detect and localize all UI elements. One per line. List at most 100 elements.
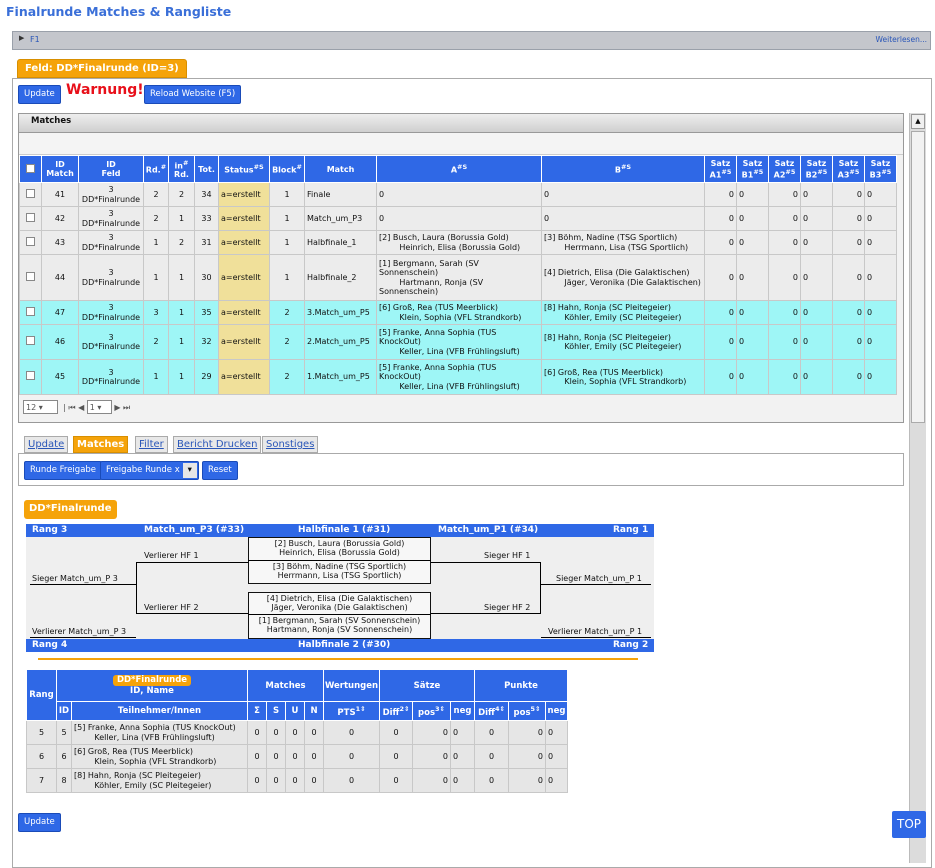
table-row[interactable]: 46 3 DD*Finalrunde 2 1 32 a=erstellt 2 2.Match_… bbox=[19, 324, 897, 360]
select-cell[interactable] bbox=[19, 359, 42, 395]
runde-freigabe-button[interactable]: Runde Freigabe bbox=[24, 461, 103, 480]
select-cell[interactable] bbox=[19, 182, 42, 207]
col-in-rd[interactable]: in# Rd. bbox=[168, 155, 195, 183]
row-checkbox[interactable] bbox=[26, 271, 35, 281]
page-value: 1 bbox=[89, 403, 95, 412]
satz-cell: 0 bbox=[736, 359, 769, 395]
col-sigma[interactable]: Σ bbox=[247, 701, 267, 721]
select-cell[interactable] bbox=[19, 324, 42, 360]
col-satz-a3[interactable]: Satz A3#5 bbox=[832, 155, 865, 183]
next-page-icon[interactable]: ▶ bbox=[114, 403, 120, 412]
tab-update[interactable]: Update bbox=[24, 436, 69, 453]
col-teilnehmer[interactable]: Teilnehmer/Innen bbox=[71, 701, 248, 721]
select-all-checkbox[interactable] bbox=[26, 163, 35, 173]
satz-cell: 0 bbox=[832, 230, 865, 255]
col-pos-saetze[interactable]: pos3⇕ bbox=[412, 701, 451, 721]
satz-cell: 0 bbox=[768, 359, 801, 395]
col-satz-b2[interactable]: Satz B2#5 bbox=[800, 155, 833, 183]
col-neg-punkte[interactable]: neg bbox=[545, 701, 568, 721]
col-n[interactable]: N bbox=[304, 701, 324, 721]
col-id[interactable]: ID bbox=[56, 701, 72, 721]
freigabe-runde-x-select[interactable]: Freigabe Runde x ▾ bbox=[100, 461, 199, 480]
reset-button[interactable]: Reset bbox=[202, 461, 238, 480]
feld-tab[interactable]: Feld: DD*Finalrunde (ID=3) bbox=[17, 59, 187, 78]
tab-matches[interactable]: Matches bbox=[73, 436, 129, 453]
tab-bericht-drucken[interactable]: Bericht Drucken bbox=[173, 436, 262, 453]
value-cell: 0 bbox=[474, 744, 509, 769]
scrollbar-thumb[interactable] bbox=[911, 131, 925, 423]
tab-sonstiges[interactable]: Sonstiges bbox=[262, 436, 319, 453]
col-status[interactable]: Status#S bbox=[218, 155, 270, 183]
block-cell: 1 bbox=[269, 206, 305, 231]
col-a[interactable]: A#S bbox=[376, 155, 542, 183]
select-cell[interactable] bbox=[19, 230, 42, 255]
select-cell[interactable] bbox=[19, 300, 42, 325]
col-match[interactable]: Match bbox=[304, 155, 377, 183]
satz-cell: 0 bbox=[864, 182, 897, 207]
verlierer-hf1-label: Verlierer HF 1 bbox=[144, 551, 199, 560]
row-checkbox[interactable] bbox=[26, 236, 35, 246]
page-scrollbar[interactable]: ▲ bbox=[909, 113, 926, 863]
col-id-feld[interactable]: ID Feld bbox=[78, 155, 144, 183]
col-select-all[interactable] bbox=[19, 155, 42, 183]
table-row[interactable]: 43 3 DD*Finalrunde 1 2 31 a=erstellt 1 Halbfina… bbox=[19, 230, 897, 255]
row-checkbox[interactable] bbox=[26, 306, 35, 316]
footer-update-button[interactable]: Update bbox=[18, 813, 61, 832]
reload-website-button[interactable]: Reload Website (F5) bbox=[144, 85, 242, 104]
tab-filter[interactable]: Filter bbox=[135, 436, 168, 453]
col-satz-b1[interactable]: Satz B1#5 bbox=[736, 155, 769, 183]
match-p3-label: Match_um_P3 (#33) bbox=[144, 525, 245, 535]
col-block[interactable]: Block# bbox=[269, 155, 305, 183]
f1-collapsible-bar[interactable]: ▶ F1 Weiterlesen... bbox=[12, 31, 931, 50]
satz-cell: 0 bbox=[864, 324, 897, 360]
table-row[interactable]: 42 3 DD*Finalrunde 2 1 33 a=erstellt 1 Match_um… bbox=[19, 206, 897, 231]
table-row[interactable]: 45 3 DD*Finalrunde 1 1 29 a=erstellt 2 1.Match_… bbox=[19, 359, 897, 395]
col-u[interactable]: U bbox=[285, 701, 305, 721]
prev-page-icon[interactable]: ◀ bbox=[78, 403, 84, 412]
col-id-match[interactable]: ID Match bbox=[41, 155, 79, 183]
id-cell: 8 bbox=[56, 768, 72, 793]
col-neg-saetze[interactable]: neg bbox=[450, 701, 475, 721]
page-size-select[interactable]: 12 ▾ bbox=[23, 400, 58, 414]
row-checkbox[interactable] bbox=[26, 188, 35, 198]
col-satz-b3[interactable]: Satz B3#5 bbox=[864, 155, 897, 183]
col-punkte: Punkte bbox=[474, 669, 568, 702]
col-tot[interactable]: Tot. bbox=[194, 155, 219, 183]
f1-label[interactable]: F1 bbox=[30, 35, 40, 44]
first-page-icon[interactable]: ⏮ bbox=[68, 403, 75, 412]
value-cell: 0 bbox=[450, 768, 475, 793]
id-cell: 5 bbox=[56, 720, 72, 745]
col-diff-punkte[interactable]: Diff4⇕ bbox=[474, 701, 509, 721]
satz-cell: 0 bbox=[768, 254, 801, 301]
satz-cell: 0 bbox=[800, 182, 833, 207]
expand-triangle-icon[interactable]: ▶ bbox=[19, 34, 24, 42]
row-checkbox[interactable] bbox=[26, 212, 35, 222]
chevron-down-icon[interactable]: ▾ bbox=[182, 463, 197, 478]
col-satz-a2[interactable]: Satz A2#5 bbox=[768, 155, 801, 183]
col-pos-punkte[interactable]: pos5⇕ bbox=[508, 701, 546, 721]
row-checkbox[interactable] bbox=[26, 371, 35, 381]
top-button[interactable]: TOP bbox=[892, 811, 926, 838]
col-rd[interactable]: Rd.# bbox=[143, 155, 169, 183]
row-checkbox[interactable] bbox=[26, 336, 35, 346]
last-page-icon[interactable]: ⏭ bbox=[123, 403, 130, 412]
satz-cell: 0 bbox=[864, 359, 897, 395]
select-cell[interactable] bbox=[19, 254, 42, 301]
col-s[interactable]: S bbox=[266, 701, 286, 721]
col-pts[interactable]: PTS1⇕ bbox=[323, 701, 380, 721]
status-cell: a=erstellt bbox=[218, 324, 270, 360]
page-select[interactable]: 1 ▾ bbox=[86, 400, 112, 414]
select-cell[interactable] bbox=[19, 206, 42, 231]
col-id-name: DD*Finalrunde ID, Name bbox=[56, 669, 248, 702]
col-diff-saetze[interactable]: Diff2⇕ bbox=[379, 701, 413, 721]
scroll-up-icon[interactable]: ▲ bbox=[911, 114, 925, 129]
team-a-cell: [1] Bergmann, Sarah (SV Sonnenschein) Ha… bbox=[376, 254, 542, 301]
col-b[interactable]: B#S bbox=[541, 155, 705, 183]
sieger-p3-label: Sieger Match_um_P 3 bbox=[32, 574, 118, 583]
table-row[interactable]: 47 3 DD*Finalrunde 3 1 35 a=erstellt 2 3.Match_… bbox=[19, 300, 897, 325]
read-more-link[interactable]: Weiterlesen... bbox=[876, 35, 927, 44]
update-button[interactable]: Update bbox=[18, 85, 61, 104]
table-row[interactable]: 44 3 DD*Finalrunde 1 1 30 a=erstellt 1 Halbfina… bbox=[19, 254, 897, 301]
table-row[interactable]: 41 3 DD*Finalrunde 2 2 34 a=erstellt 1 Finale 0 0… bbox=[19, 182, 897, 207]
col-satz-a1[interactable]: Satz A1#5 bbox=[704, 155, 737, 183]
